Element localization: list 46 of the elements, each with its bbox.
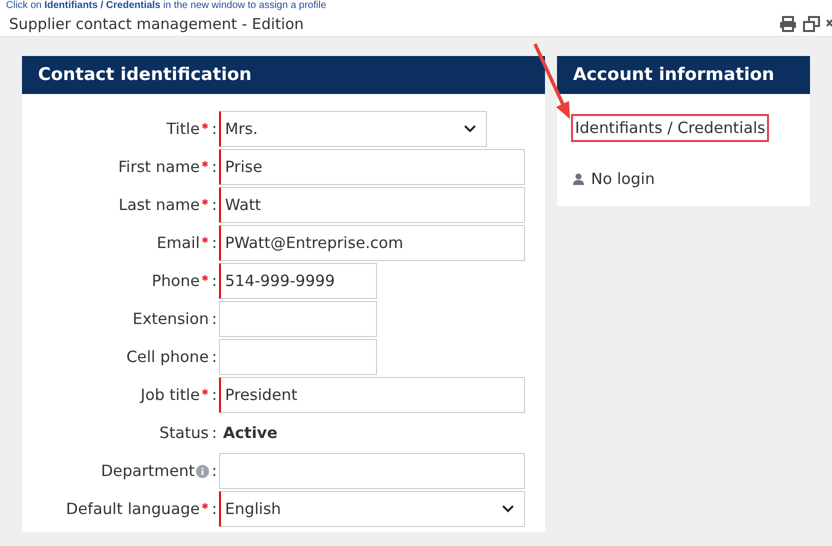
field-label: First name [118, 158, 200, 176]
field-label: Default language [66, 500, 200, 518]
colon-text: : [212, 500, 217, 518]
input-field[interactable] [219, 301, 377, 337]
colon-text: : [212, 272, 217, 290]
colon-text: : [212, 348, 217, 366]
field-label: Title [166, 120, 200, 138]
window-title: Supplier contact management - Edition [9, 14, 304, 32]
info-icon[interactable] [196, 464, 209, 478]
input-field[interactable] [219, 453, 525, 489]
status-value: Active [222, 424, 278, 442]
field-label: Status [159, 424, 209, 442]
dropdown[interactable]: Mrs. [219, 111, 487, 147]
print-icon[interactable] [779, 16, 797, 32]
colon-text: : [212, 196, 217, 214]
user-icon [573, 173, 584, 185]
field-label: Cell phone [126, 348, 209, 366]
field-label: Job title [140, 386, 200, 404]
input-field[interactable]: 514-999-9999 [219, 263, 377, 299]
input-field[interactable]: President [219, 377, 525, 413]
caret-icon [502, 505, 514, 513]
panel-header: Contact identification [22, 56, 545, 94]
colon-text: : [212, 424, 217, 442]
field-label: Email [156, 234, 200, 252]
dropdown[interactable]: English [219, 491, 525, 527]
field-label: Extension [132, 310, 209, 328]
input-field[interactable] [219, 339, 377, 375]
login-status: No login [591, 170, 655, 188]
colon-text: : [212, 234, 217, 252]
colon-text: : [212, 310, 217, 328]
instruction-text: Click on Identifiants / Credentials in the new window to assign a profile [5, 0, 326, 11]
credentials-link[interactable]: Identifiants / Credentials [571, 114, 770, 142]
colon-text: : [212, 158, 217, 176]
field-label: Phone [152, 272, 200, 290]
input-field[interactable]: Watt [219, 187, 525, 223]
colon-text: : [212, 462, 217, 480]
field-label: Last name [118, 196, 200, 214]
input-field[interactable]: PWatt@Entreprise.com [219, 225, 525, 261]
restore-window-icon[interactable] [803, 16, 820, 32]
input-field[interactable]: Prise [219, 149, 525, 185]
colon-text: : [212, 120, 217, 138]
colon-text: : [212, 386, 217, 404]
field-label: Department [100, 462, 195, 480]
close-icon[interactable] [826, 18, 832, 30]
panel-header: Account information [557, 56, 810, 94]
caret-icon [464, 125, 476, 133]
